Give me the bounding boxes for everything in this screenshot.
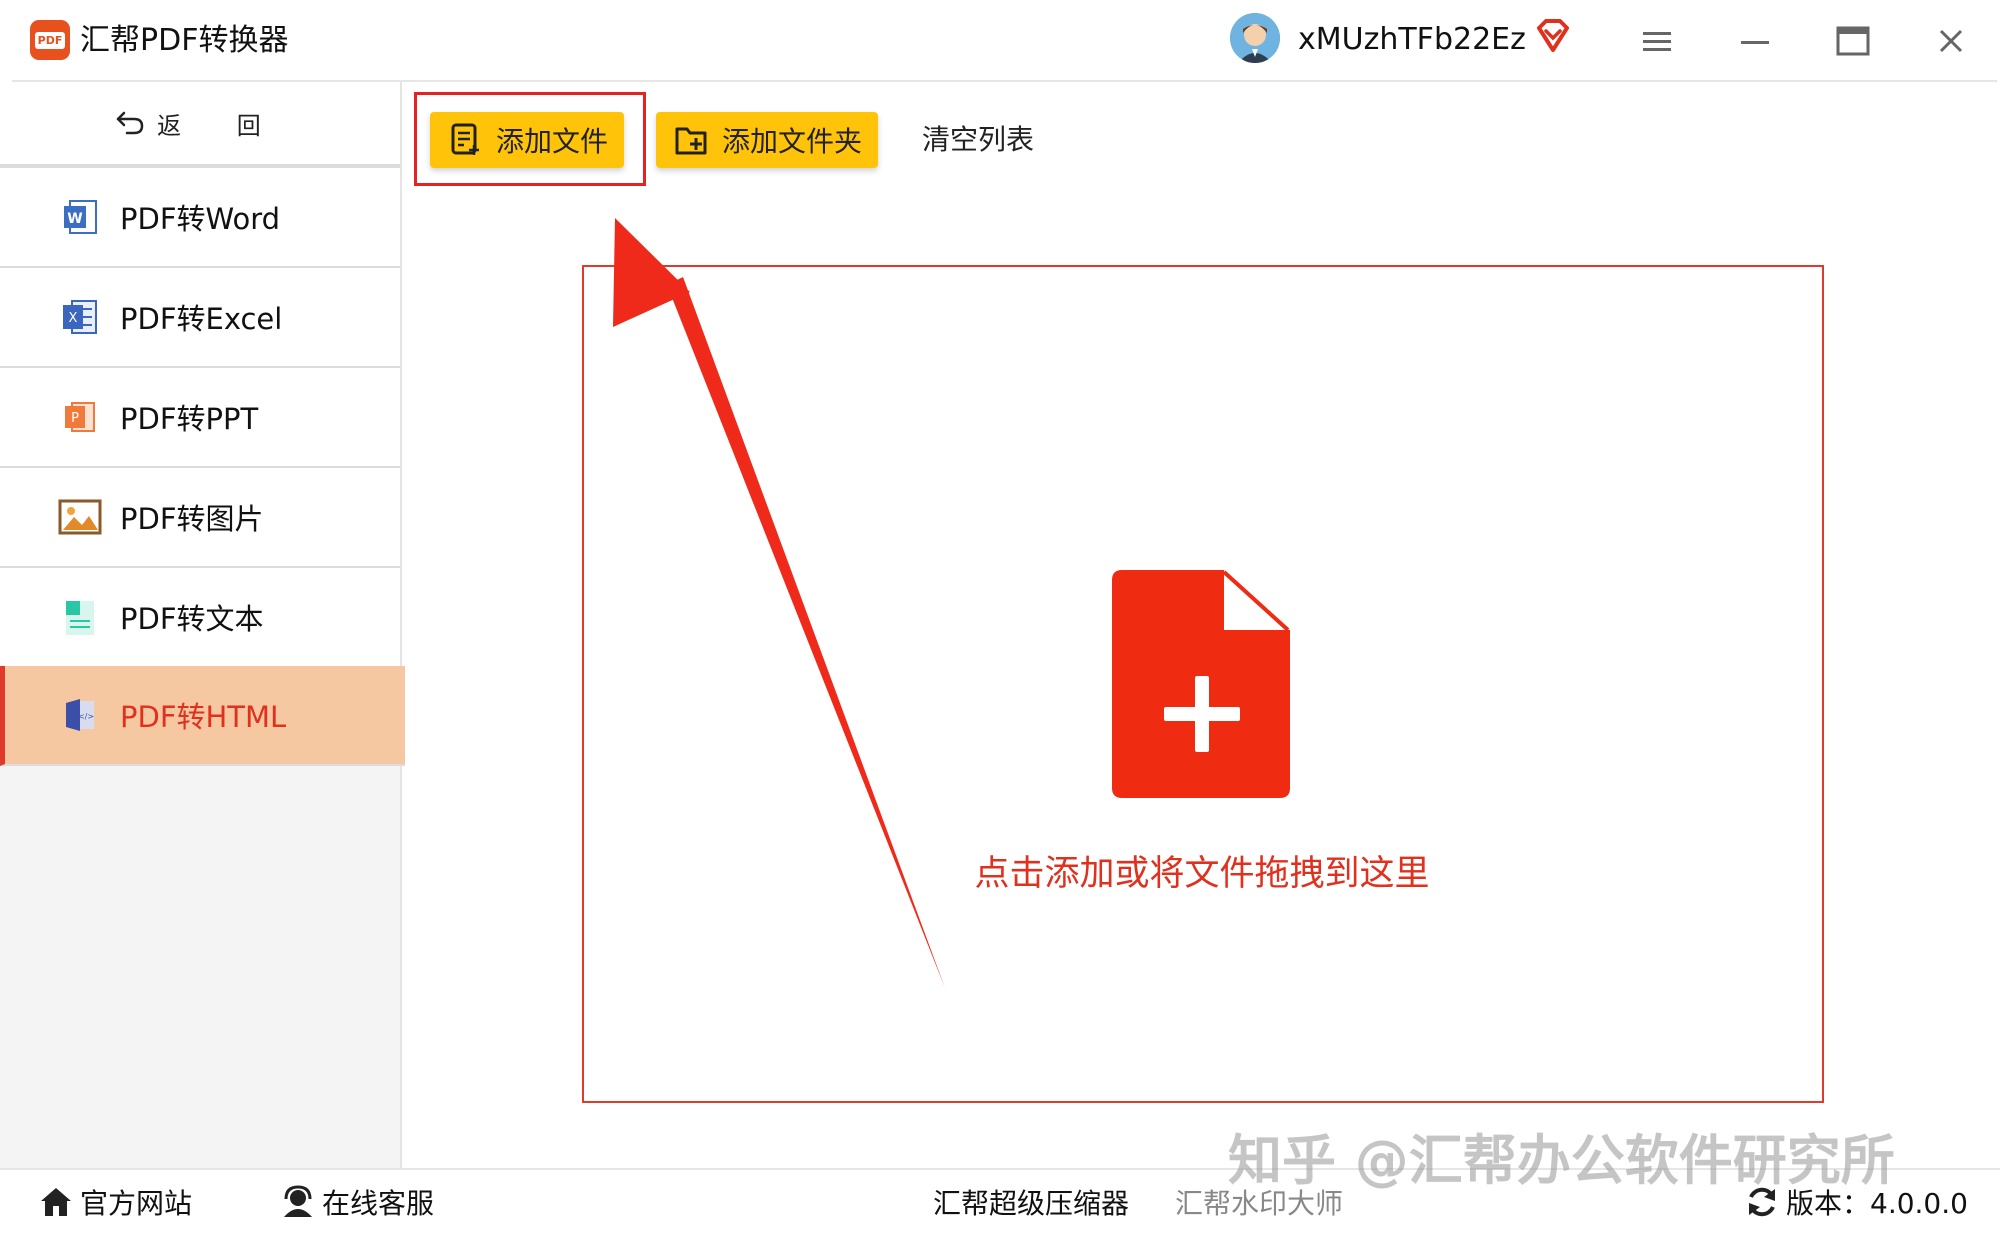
close-icon[interactable] bbox=[1926, 18, 1976, 64]
add-file-icon bbox=[448, 122, 484, 158]
sidebar-item-label: PDF转Word bbox=[120, 202, 281, 236]
sidebar-item-pdf-to-html[interactable]: </> PDF转HTML bbox=[0, 666, 405, 766]
ppt-icon: P bbox=[58, 395, 102, 439]
sidebar-item-pdf-to-image[interactable]: PDF转图片 bbox=[0, 468, 400, 568]
svg-text:P: P bbox=[71, 411, 79, 426]
back-button[interactable]: 返 回 bbox=[0, 82, 400, 168]
support-headset-icon bbox=[280, 1184, 316, 1220]
vip-diamond-icon[interactable] bbox=[1535, 18, 1571, 54]
username[interactable]: xMUzhTFb22Ez bbox=[1298, 18, 1526, 62]
sidebar-item-pdf-to-word[interactable]: W PDF转Word bbox=[0, 168, 400, 268]
official-website-link[interactable]: 官方网站 bbox=[38, 1180, 192, 1224]
sidebar-item-label: PDF转图片 bbox=[120, 502, 264, 536]
sidebar-item-pdf-to-excel[interactable]: X PDF转Excel bbox=[0, 268, 400, 368]
add-folder-label: 添加文件夹 bbox=[722, 125, 863, 158]
svg-text:</>: </> bbox=[78, 712, 94, 721]
word-icon: W bbox=[58, 195, 102, 239]
super-compressor-link[interactable]: 汇帮超级压缩器 bbox=[933, 1180, 1129, 1224]
title-bar bbox=[0, 0, 2000, 80]
add-file-button[interactable]: 添加文件 bbox=[430, 112, 624, 168]
online-support-link[interactable]: 在线客服 bbox=[280, 1180, 434, 1224]
excel-icon: X bbox=[58, 295, 102, 339]
add-folder-icon bbox=[674, 122, 710, 158]
minimize-icon[interactable] bbox=[1730, 18, 1780, 64]
home-icon bbox=[38, 1184, 74, 1220]
html-icon: </> bbox=[58, 693, 102, 737]
back-arrow-icon bbox=[116, 111, 144, 135]
user-avatar[interactable] bbox=[1230, 13, 1280, 63]
maximize-icon[interactable] bbox=[1828, 18, 1878, 64]
sidebar-item-pdf-to-text[interactable]: PDF转文本 bbox=[0, 568, 400, 668]
app-logo-icon: PDF bbox=[30, 20, 70, 60]
svg-text:X: X bbox=[69, 311, 78, 326]
add-file-large-icon[interactable] bbox=[1112, 570, 1290, 798]
zhihu-watermark: 知乎 @汇帮办公软件研究所 bbox=[1228, 1129, 1895, 1192]
add-folder-button[interactable]: 添加文件夹 bbox=[656, 112, 878, 168]
sidebar-item-label: PDF转PPT bbox=[120, 402, 259, 436]
clear-list-button[interactable]: 清空列表 bbox=[922, 118, 1034, 162]
back-label: 返 回 bbox=[157, 111, 285, 140]
app-title: 汇帮PDF转换器 bbox=[80, 23, 289, 58]
add-file-label: 添加文件 bbox=[496, 125, 609, 158]
menu-icon[interactable] bbox=[1632, 18, 1682, 64]
app-logo-text: PDF bbox=[34, 31, 66, 49]
sidebar-item-label: PDF转Excel bbox=[120, 302, 283, 336]
text-icon bbox=[58, 595, 102, 639]
official-website-label: 官方网站 bbox=[80, 1187, 193, 1220]
sidebar-item-label: PDF转文本 bbox=[120, 602, 264, 636]
image-icon bbox=[58, 495, 102, 539]
online-support-label: 在线客服 bbox=[322, 1187, 435, 1220]
sidebar-item-pdf-to-ppt[interactable]: P PDF转PPT bbox=[0, 368, 400, 468]
drop-hint-text: 点击添加或将文件拖拽到这里 bbox=[974, 854, 1430, 894]
sidebar-item-label: PDF转HTML bbox=[120, 700, 287, 734]
svg-text:W: W bbox=[67, 211, 82, 227]
